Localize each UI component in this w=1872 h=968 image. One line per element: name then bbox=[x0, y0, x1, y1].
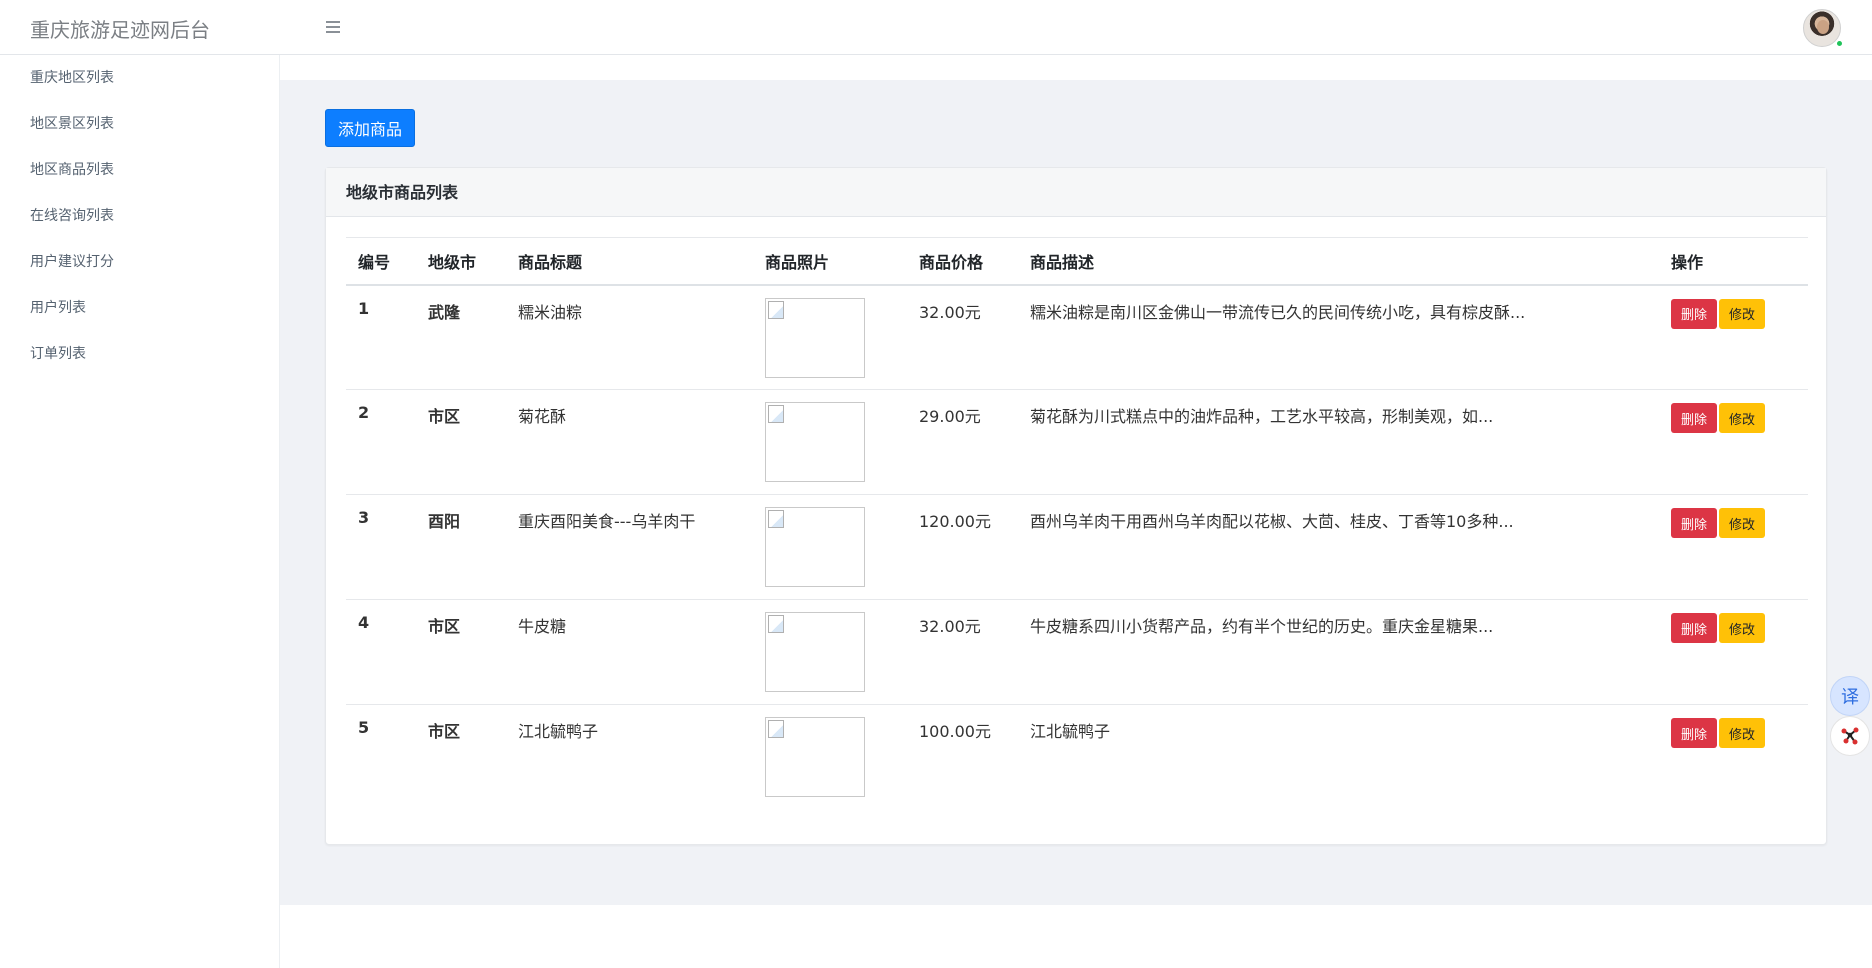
cell-title: 牛皮糖 bbox=[506, 599, 753, 705]
floating-tools: 译 bbox=[1828, 668, 1872, 758]
cell-title: 菊花酥 bbox=[506, 389, 753, 495]
top-navbar: 重庆旅游足迹网后台 bbox=[0, 0, 1872, 55]
sidebar-item-product-list[interactable]: 地区商品列表 bbox=[0, 147, 279, 193]
cell-photo bbox=[753, 389, 907, 495]
sidebar-item-region-list[interactable]: 重庆地区列表 bbox=[0, 55, 279, 101]
edit-button[interactable]: 修改 bbox=[1719, 613, 1766, 643]
cell-title: 江北毓鸭子 bbox=[518, 722, 599, 741]
cell-actions: 删除 修改 bbox=[1659, 389, 1808, 495]
edit-button[interactable]: 修改 bbox=[1719, 403, 1766, 433]
header-title: 商品标题 bbox=[506, 237, 753, 286]
cell-city: 市区 bbox=[428, 722, 461, 741]
header-description: 商品描述 bbox=[1018, 237, 1659, 286]
product-table: 编号 地级市 商品标题 商品照片 商品价格 商品描述 操作 1 武隆 糯米油粽 … bbox=[346, 237, 1808, 810]
cell-description: 糯米油粽是南川区金佛山一带流传已久的民间传统小吃，具有棕皮酥... bbox=[1018, 284, 1659, 390]
broken-image-icon bbox=[765, 612, 865, 692]
sidebar-item-consult-list[interactable]: 在线咨询列表 bbox=[0, 193, 279, 239]
avatar-face-shape bbox=[1817, 20, 1829, 34]
cell-id: 3 bbox=[346, 494, 416, 600]
cell-city: 市区 bbox=[416, 599, 506, 705]
delete-button[interactable]: 删除 bbox=[1671, 508, 1718, 538]
header-actions: 操作 bbox=[1659, 237, 1808, 286]
online-status-dot bbox=[1835, 39, 1844, 48]
header-photo: 商品照片 bbox=[753, 237, 907, 286]
cell-price: 120.00元 bbox=[907, 494, 1018, 600]
cell-city: 市区 bbox=[416, 389, 506, 495]
table-header-row: 编号 地级市 商品标题 商品照片 商品价格 商品描述 操作 bbox=[346, 237, 1808, 286]
cell-actions: 删除 修改 bbox=[1659, 284, 1808, 390]
sidebar-item-scenic-list[interactable]: 地区景区列表 bbox=[0, 101, 279, 147]
network-node-icon[interactable] bbox=[1830, 716, 1870, 756]
cell-price: 100.00元 bbox=[919, 722, 991, 741]
edit-button[interactable]: 修改 bbox=[1719, 298, 1766, 329]
cell-price: 32.00元 bbox=[907, 599, 1018, 705]
cell-city: 武隆 bbox=[416, 284, 506, 390]
sidebar-item-order-list[interactable]: 订单列表 bbox=[0, 331, 279, 377]
broken-image-icon bbox=[765, 402, 865, 482]
cell-id: 5 bbox=[358, 718, 370, 737]
table-row: 1 武隆 糯米油粽 32.00元 糯米油粽是南川区金佛山一带流传已久的民间传统小… bbox=[346, 284, 1808, 390]
cell-title: 重庆酉阳美食---乌羊肉干 bbox=[506, 494, 753, 600]
cell-title: 糯米油粽 bbox=[506, 284, 753, 390]
cell-photo bbox=[753, 494, 907, 600]
cell-actions: 删除 修改 bbox=[1659, 494, 1808, 600]
delete-button[interactable]: 删除 bbox=[1671, 298, 1718, 329]
product-list-card: 地级市商品列表 编号 地级市 商品标题 商品照片 商品价格 商品描述 操作 1 … bbox=[325, 167, 1827, 845]
delete-button[interactable]: 删除 bbox=[1671, 403, 1718, 433]
sidebar-item-user-list[interactable]: 用户列表 bbox=[0, 285, 279, 331]
cell-photo bbox=[753, 284, 907, 390]
translate-icon[interactable]: 译 bbox=[1830, 676, 1870, 716]
card-title: 地级市商品列表 bbox=[326, 168, 1826, 217]
delete-button[interactable]: 删除 bbox=[1671, 718, 1718, 748]
header-price: 商品价格 bbox=[907, 237, 1018, 286]
cell-city: 酉阳 bbox=[416, 494, 506, 600]
brand-title[interactable]: 重庆旅游足迹网后台 bbox=[30, 14, 210, 43]
header-city: 地级市 bbox=[416, 237, 506, 286]
cell-price: 32.00元 bbox=[907, 284, 1018, 390]
sidebar-item-feedback[interactable]: 用户建议打分 bbox=[0, 239, 279, 285]
product-table-wrapper: 编号 地级市 商品标题 商品照片 商品价格 商品描述 操作 1 武隆 糯米油粽 … bbox=[346, 237, 1808, 810]
edit-button[interactable]: 修改 bbox=[1719, 718, 1766, 748]
delete-button[interactable]: 删除 bbox=[1671, 613, 1718, 643]
cell-photo bbox=[753, 599, 907, 705]
header-id: 编号 bbox=[346, 237, 416, 286]
table-row: 3 酉阳 重庆酉阳美食---乌羊肉干 120.00元 酉州乌羊肉干用酉州乌羊肉配… bbox=[346, 494, 1808, 600]
cell-price: 29.00元 bbox=[907, 389, 1018, 495]
table-row: 2 市区 菊花酥 29.00元 菊花酥为川式糕点中的油炸品种，工艺水平较高，形制… bbox=[346, 389, 1808, 495]
hamburger-icon[interactable] bbox=[322, 16, 344, 38]
cell-id: 2 bbox=[346, 389, 416, 495]
table-row: 5 市区 江北毓鸭子 100.00元 江北毓鸭子 删除 修改 bbox=[346, 705, 1808, 810]
edit-button[interactable]: 修改 bbox=[1719, 508, 1766, 538]
cell-actions: 删除 修改 bbox=[1659, 599, 1808, 705]
cell-description: 牛皮糖系四川小货帮产品，约有半个世纪的历史。重庆金星糖果... bbox=[1018, 599, 1659, 705]
cell-id: 4 bbox=[346, 599, 416, 705]
cell-description: 菊花酥为川式糕点中的油炸品种，工艺水平较高，形制美观，如... bbox=[1018, 389, 1659, 495]
cell-photo bbox=[753, 705, 907, 810]
add-product-button[interactable]: 添加商品 bbox=[325, 109, 415, 147]
broken-image-icon bbox=[765, 507, 865, 587]
sidebar: 重庆地区列表 地区景区列表 地区商品列表 在线咨询列表 用户建议打分 用户列表 … bbox=[0, 55, 280, 968]
cell-description: 酉州乌羊肉干用酉州乌羊肉配以花椒、大茴、桂皮、丁香等10多种... bbox=[1018, 494, 1659, 600]
table-row: 4 市区 牛皮糖 32.00元 牛皮糖系四川小货帮产品，约有半个世纪的历史。重庆… bbox=[346, 599, 1808, 705]
user-avatar[interactable] bbox=[1803, 9, 1844, 48]
cell-description: 江北毓鸭子 bbox=[1030, 722, 1111, 741]
cell-actions: 删除 修改 bbox=[1659, 705, 1808, 810]
cell-id: 1 bbox=[346, 284, 416, 390]
broken-image-icon bbox=[765, 297, 865, 378]
broken-image-icon bbox=[765, 717, 865, 797]
